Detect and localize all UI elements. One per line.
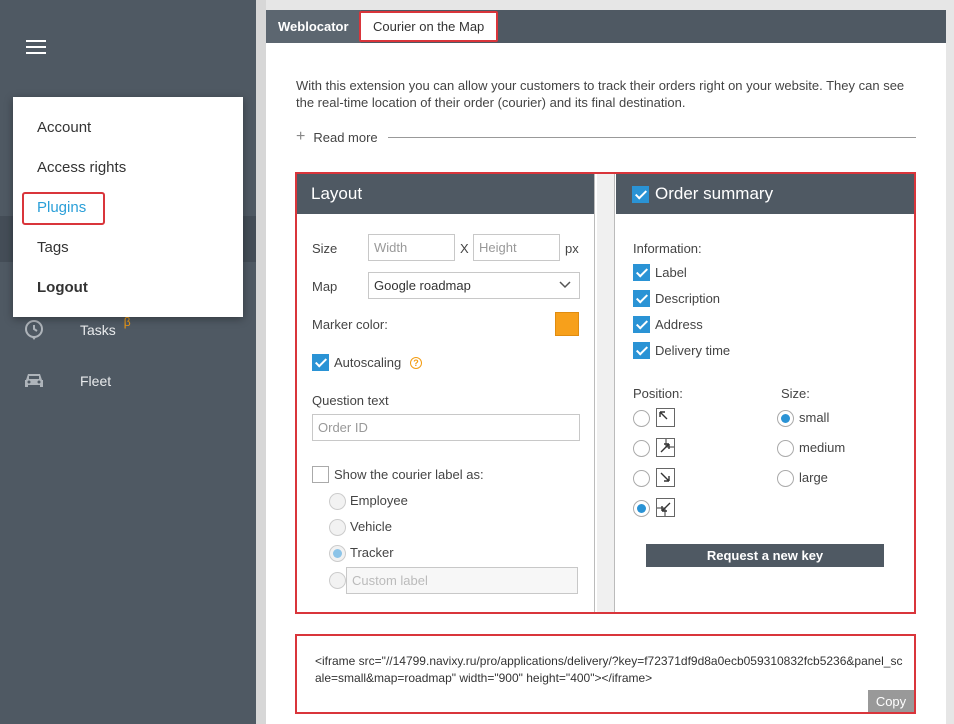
- radio-size-large[interactable]: [777, 470, 794, 487]
- information-label: Information:: [633, 241, 702, 256]
- radio-size-medium[interactable]: [777, 440, 794, 457]
- read-more-toggle[interactable]: + Read more: [296, 128, 916, 146]
- embed-code-text[interactable]: <iframe src="//14799.navixy.ru/pro/appli…: [315, 653, 905, 687]
- radio-position-bottom-right[interactable]: [633, 470, 650, 487]
- request-new-key-button[interactable]: Request a new key: [646, 544, 884, 567]
- map-label: Map: [312, 279, 338, 294]
- divider-line: [387, 136, 916, 138]
- settings-frame: Layout Size Width X Height px Map Google…: [295, 172, 916, 614]
- order-summary-title: Order summary: [655, 184, 774, 203]
- layout-title: Layout: [297, 174, 594, 214]
- menu-item-account[interactable]: Account: [37, 119, 91, 136]
- radio-size-small[interactable]: [777, 410, 794, 427]
- panel-divider: [597, 174, 615, 612]
- sidebar-edge: [256, 0, 266, 724]
- position-label: Position:: [633, 386, 683, 401]
- order-summary-checkbox[interactable]: [632, 185, 649, 203]
- order-summary-panel: Order summary Information: Label Descrip…: [616, 174, 914, 612]
- hamburger-icon[interactable]: [26, 40, 46, 56]
- main-panel: Weblocator Courier on the Map With this …: [266, 10, 946, 724]
- info-address-text: Address: [655, 317, 703, 332]
- tab-bar: Weblocator Courier on the Map: [266, 10, 946, 43]
- info-delivery-time-text: Delivery time: [655, 343, 731, 358]
- read-more-label: Read more: [313, 129, 378, 145]
- info-label-text: Label: [655, 265, 687, 280]
- sidebar-item-fleet[interactable]: Fleet: [22, 369, 111, 393]
- arrow-top-left-icon: [656, 408, 675, 427]
- tab-weblocator[interactable]: Weblocator: [266, 10, 361, 43]
- width-input[interactable]: Width: [368, 234, 455, 261]
- description-checkbox[interactable]: [633, 290, 650, 307]
- autoscaling-checkbox[interactable]: [312, 354, 329, 371]
- location-pin-icon: [22, 318, 46, 342]
- menu-item-access-rights[interactable]: Access rights: [37, 159, 126, 176]
- custom-label-input[interactable]: Custom label: [346, 567, 578, 594]
- vehicle-label: Vehicle: [350, 519, 392, 534]
- map-select[interactable]: Google roadmap: [368, 272, 580, 299]
- marker-color-label: Marker color:: [312, 317, 388, 332]
- menu-item-tags[interactable]: Tags: [37, 239, 69, 256]
- courier-label-checkbox[interactable]: [312, 466, 329, 483]
- radio-position-top-left[interactable]: [633, 410, 650, 427]
- radio-custom[interactable]: [329, 572, 346, 589]
- radio-position-bottom-left[interactable]: [633, 500, 650, 517]
- sidebar-item-tasks[interactable]: Tasks β: [22, 315, 131, 342]
- question-text-input[interactable]: Order ID: [312, 414, 580, 441]
- radio-vehicle[interactable]: [329, 519, 346, 536]
- arrow-bottom-right-icon: [656, 468, 675, 487]
- intro-text: With this extension you can allow your c…: [296, 78, 905, 110]
- size-heading: Size:: [781, 386, 810, 401]
- size-medium-label: medium: [799, 440, 846, 455]
- user-dropdown-menu: Account Access rights Plugins Tags Logou…: [13, 97, 243, 317]
- size-label: Size: [312, 241, 338, 256]
- size-large-label: large: [799, 470, 828, 485]
- tracker-label: Tracker: [350, 545, 394, 560]
- sidebar-item-label: Fleet: [80, 373, 112, 389]
- size-separator: X: [460, 241, 469, 256]
- layout-panel: Layout Size Width X Height px Map Google…: [297, 174, 595, 612]
- embed-code-frame: <iframe src="//14799.navixy.ru/pro/appli…: [295, 634, 916, 714]
- info-description-text: Description: [655, 291, 721, 306]
- employee-label: Employee: [350, 493, 408, 508]
- copy-button[interactable]: Copy: [868, 690, 914, 712]
- radio-position-top-right[interactable]: [633, 440, 650, 457]
- arrow-bottom-left-icon: [656, 498, 675, 517]
- plus-icon: +: [296, 128, 306, 145]
- beta-badge: β: [123, 315, 131, 329]
- arrow-top-right-icon: [656, 438, 675, 457]
- height-input[interactable]: Height: [473, 234, 560, 261]
- radio-employee[interactable]: [329, 493, 346, 510]
- menu-item-logout[interactable]: Logout: [37, 279, 88, 296]
- sidebar-item-label: Tasks: [80, 322, 116, 338]
- car-icon: [22, 369, 46, 393]
- radio-tracker[interactable]: [329, 545, 346, 562]
- courier-label-heading: Show the courier label as:: [334, 467, 484, 482]
- px-unit: px: [565, 241, 579, 256]
- order-summary-header: Order summary: [616, 174, 914, 214]
- help-icon[interactable]: ?: [410, 357, 422, 369]
- tab-courier-on-the-map[interactable]: Courier on the Map: [359, 11, 499, 42]
- menu-item-plugins[interactable]: Plugins: [37, 199, 86, 216]
- question-text-label: Question text: [312, 393, 389, 408]
- chevron-down-icon: [559, 278, 571, 293]
- autoscaling-label: Autoscaling: [334, 355, 402, 370]
- map-select-value: Google roadmap: [374, 278, 471, 293]
- size-small-label: small: [799, 410, 830, 425]
- address-checkbox[interactable]: [633, 316, 650, 333]
- label-checkbox[interactable]: [633, 264, 650, 281]
- delivery-time-checkbox[interactable]: [633, 342, 650, 359]
- marker-color-swatch[interactable]: [555, 312, 579, 336]
